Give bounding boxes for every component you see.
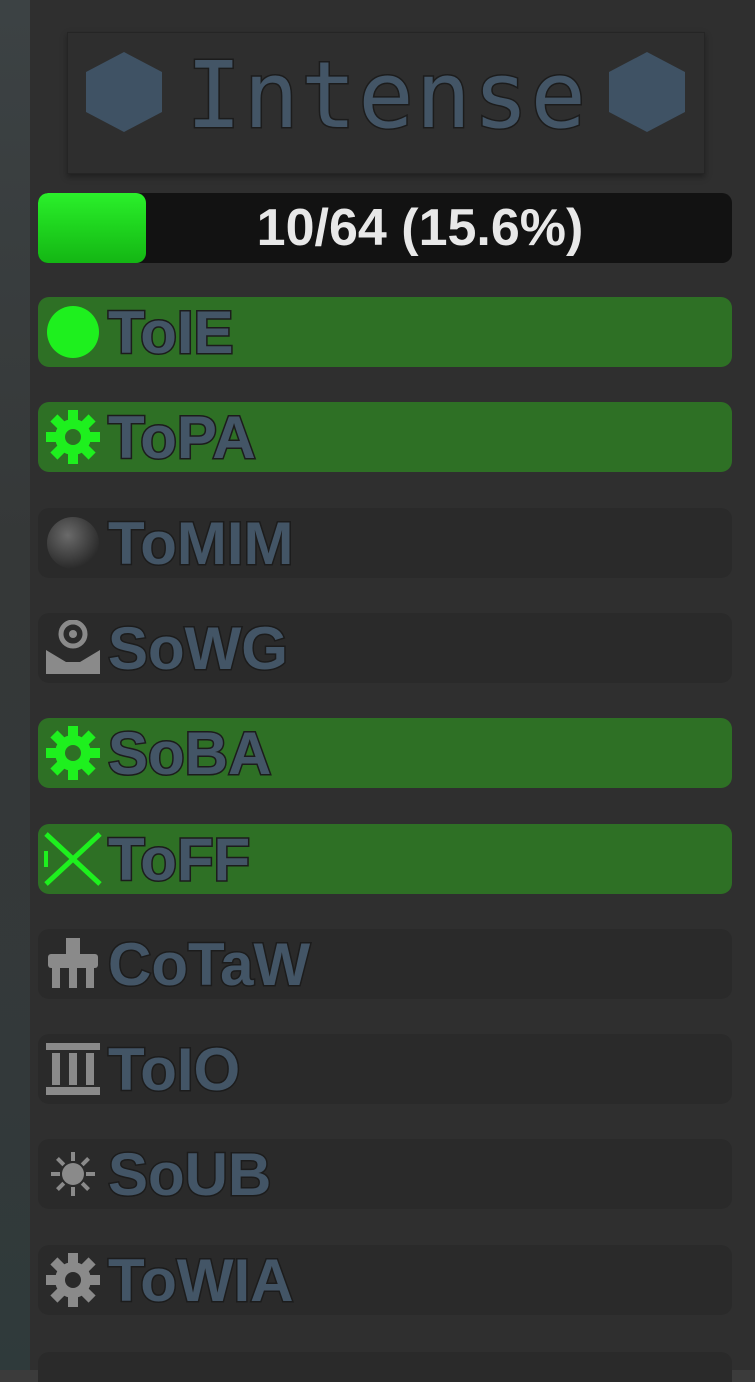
tower-row[interactable]: CoTaW <box>38 928 732 999</box>
progress-bar: 10/64 (15.6%) <box>38 193 732 263</box>
tower-label: CoTaW <box>106 929 311 999</box>
tower-label: SoUB <box>106 1140 272 1210</box>
sun-icon <box>44 1146 102 1202</box>
crossed-lines-icon <box>44 831 102 887</box>
tower-label: ToIO <box>106 1035 241 1105</box>
tripod-icon <box>44 936 102 992</box>
tower-label: ToIE <box>107 298 236 368</box>
circle-icon <box>44 304 102 360</box>
tower-row[interactable]: SoWG <box>38 612 732 683</box>
background-world <box>0 0 30 1370</box>
tower-row[interactable]: SoBA <box>38 718 732 789</box>
tower-label: ToFF <box>106 824 251 894</box>
tower-label: ToWIA <box>106 1245 294 1315</box>
progress-text: 10/64 (15.6%) <box>256 199 584 257</box>
tower-label: ToPA <box>107 403 258 473</box>
tower-label: ToMIM <box>106 508 294 578</box>
tower-row-cutoff <box>38 1352 732 1382</box>
tower-row[interactable]: SoUB <box>38 1139 732 1210</box>
sphere-icon <box>44 515 102 571</box>
tower-row[interactable]: ToIO <box>38 1034 732 1105</box>
gear-icon <box>44 725 102 781</box>
difficulty-title: Intense <box>185 41 588 151</box>
pillars-icon <box>44 1041 102 1097</box>
tower-row[interactable]: ToPA <box>38 402 732 473</box>
tower-row[interactable]: ToMIM <box>38 507 732 578</box>
pedestal-icon <box>44 619 102 676</box>
gear-icon <box>44 409 102 465</box>
tower-row[interactable]: ToIE <box>38 297 732 368</box>
tower-row[interactable]: ToWIA <box>38 1244 732 1315</box>
tower-row[interactable]: ToFF <box>38 823 732 894</box>
tower-label: SoBA <box>106 719 272 789</box>
cog-icon <box>44 1252 102 1308</box>
tower-label: SoWG <box>107 613 290 683</box>
